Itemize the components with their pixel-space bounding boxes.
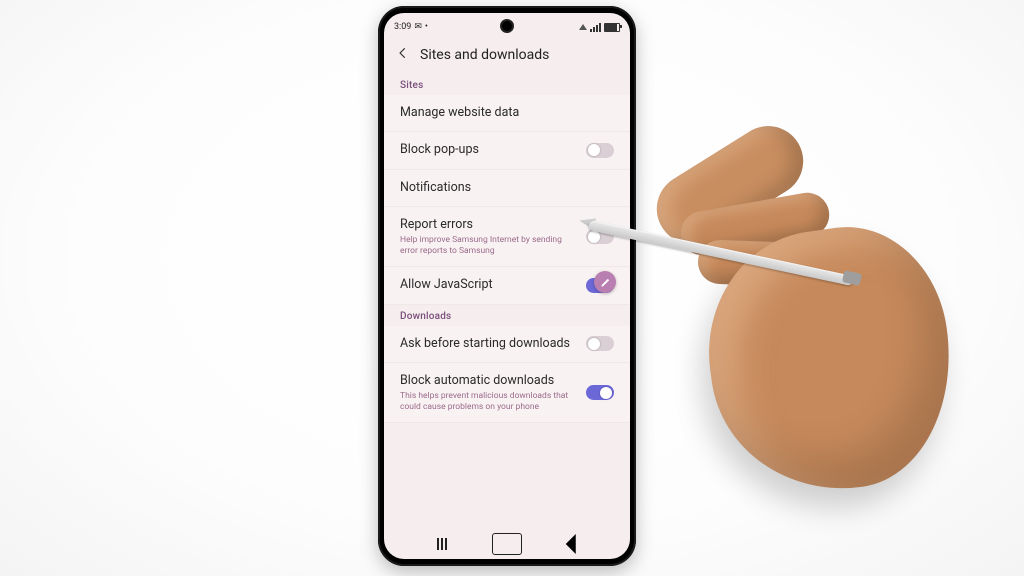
- page-header: Sites and downloads: [384, 38, 630, 74]
- row-subtitle: This helps prevent malicious downloads t…: [400, 391, 578, 412]
- row-title: Allow JavaScript: [400, 277, 578, 293]
- row-title: Ask before starting downloads: [400, 336, 578, 352]
- row-ask-before-downloads[interactable]: Ask before starting downloads: [384, 326, 630, 363]
- app-icon: •: [425, 23, 428, 32]
- row-title: Manage website data: [400, 105, 614, 121]
- camera-hole: [502, 21, 512, 31]
- back-button[interactable]: [396, 46, 410, 64]
- toggle-ask-before-downloads[interactable]: [586, 336, 614, 351]
- toggle-report-errors[interactable]: [586, 229, 614, 244]
- message-icon: ✉︎: [414, 23, 422, 32]
- hand-palm: [693, 215, 967, 506]
- section-downloads: Downloads: [384, 305, 630, 326]
- hand-finger: [677, 189, 832, 258]
- page-title: Sites and downloads: [420, 47, 549, 63]
- hand-thumb: [644, 113, 817, 257]
- nav-home[interactable]: [492, 534, 522, 554]
- stylus-cap: [842, 270, 862, 285]
- signal-icon: [590, 23, 601, 32]
- status-left: 3:09 ✉︎ •: [394, 23, 428, 32]
- row-subtitle: Help improve Samsung Internet by sending…: [400, 235, 578, 256]
- nav-back[interactable]: [557, 534, 587, 554]
- row-title: Block pop-ups: [400, 142, 578, 158]
- nav-recent[interactable]: [427, 534, 457, 554]
- status-time: 3:09: [394, 23, 411, 32]
- row-title: Notifications: [400, 180, 614, 196]
- battery-icon: [604, 23, 620, 32]
- row-title: Block automatic downloads: [400, 373, 578, 389]
- network-icon: [579, 24, 587, 30]
- pencil-icon: [600, 277, 611, 288]
- phone-screen: 3:09 ✉︎ • Sites and downloads Sites Mana…: [384, 13, 630, 559]
- row-block-auto-downloads[interactable]: Block automatic downloads This helps pre…: [384, 363, 630, 424]
- hand-finger: [697, 239, 856, 288]
- toggle-block-auto-downloads[interactable]: [586, 385, 614, 400]
- android-navbar: [384, 529, 630, 559]
- phone-frame: 3:09 ✉︎ • Sites and downloads Sites Mana…: [378, 6, 636, 566]
- toggle-block-popups[interactable]: [586, 143, 614, 158]
- row-block-popups[interactable]: Block pop-ups: [384, 132, 630, 169]
- section-sites: Sites: [384, 74, 630, 95]
- edit-fab[interactable]: [594, 271, 616, 293]
- row-allow-javascript[interactable]: Allow JavaScript: [384, 267, 630, 304]
- status-right: [579, 23, 620, 32]
- row-notifications[interactable]: Notifications: [384, 170, 630, 207]
- row-title: Report errors: [400, 217, 578, 233]
- settings-list[interactable]: Sites Manage website data Block pop-ups …: [384, 74, 630, 529]
- row-manage-website-data[interactable]: Manage website data: [384, 95, 630, 132]
- row-report-errors[interactable]: Report errors Help improve Samsung Inter…: [384, 207, 630, 268]
- hand: [620, 110, 1000, 540]
